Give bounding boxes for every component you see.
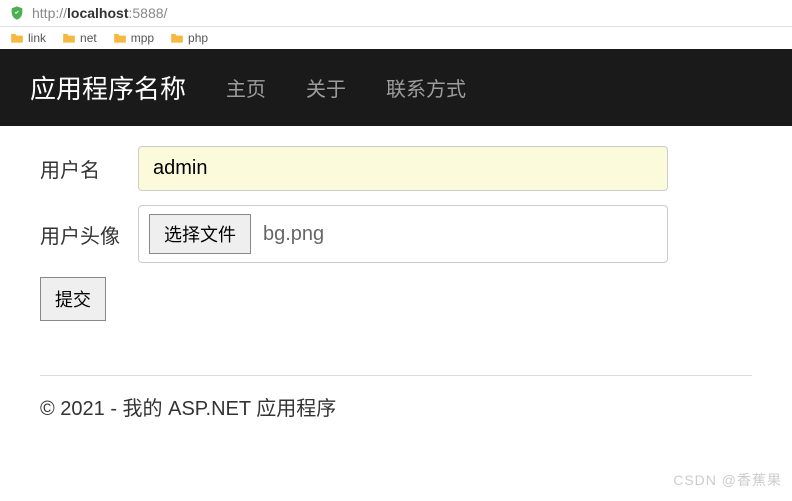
folder-icon — [62, 32, 76, 44]
bookmark-label: php — [188, 31, 208, 45]
url-port: :5888/ — [129, 5, 168, 21]
username-label: 用户名 — [40, 154, 138, 183]
nav-contact[interactable]: 联系方式 — [386, 73, 466, 102]
folder-icon — [113, 32, 127, 44]
navbar-brand[interactable]: 应用程序名称 — [30, 69, 186, 106]
divider — [40, 375, 752, 376]
bookmarks-bar: link net mpp php — [0, 27, 792, 49]
username-input[interactable] — [138, 146, 668, 191]
file-input-wrap[interactable]: 选择文件 bg.png — [138, 205, 668, 263]
url-display[interactable]: http://localhost:5888/ — [32, 5, 167, 21]
bookmark-mpp[interactable]: mpp — [113, 31, 154, 45]
bookmark-label: net — [80, 31, 97, 45]
footer-text: © 2021 - 我的 ASP.NET 应用程序 — [0, 392, 792, 441]
shield-icon — [8, 4, 26, 22]
bookmark-php[interactable]: php — [170, 31, 208, 45]
bookmark-link[interactable]: link — [10, 31, 46, 45]
nav-home[interactable]: 主页 — [226, 73, 266, 102]
folder-icon — [170, 32, 184, 44]
row-username: 用户名 — [40, 146, 752, 191]
main-content: 用户名 用户头像 选择文件 bg.png 提交 — [0, 126, 792, 345]
bookmark-label: mpp — [131, 31, 154, 45]
avatar-label: 用户头像 — [40, 220, 138, 249]
browser-address-bar: http://localhost:5888/ — [0, 0, 792, 27]
url-host: localhost — [67, 5, 128, 21]
row-submit: 提交 — [40, 277, 752, 321]
row-avatar: 用户头像 选择文件 bg.png — [40, 205, 752, 263]
nav-about[interactable]: 关于 — [306, 73, 346, 102]
watermark: CSDN @香蕉果 — [673, 470, 782, 490]
url-prefix: http:// — [32, 5, 67, 21]
navbar: 应用程序名称 主页 关于 联系方式 — [0, 49, 792, 126]
bookmark-label: link — [28, 31, 46, 45]
bookmark-net[interactable]: net — [62, 31, 97, 45]
submit-button[interactable]: 提交 — [40, 277, 106, 321]
selected-file-name: bg.png — [263, 223, 324, 246]
folder-icon — [10, 32, 24, 44]
choose-file-button[interactable]: 选择文件 — [149, 214, 251, 254]
